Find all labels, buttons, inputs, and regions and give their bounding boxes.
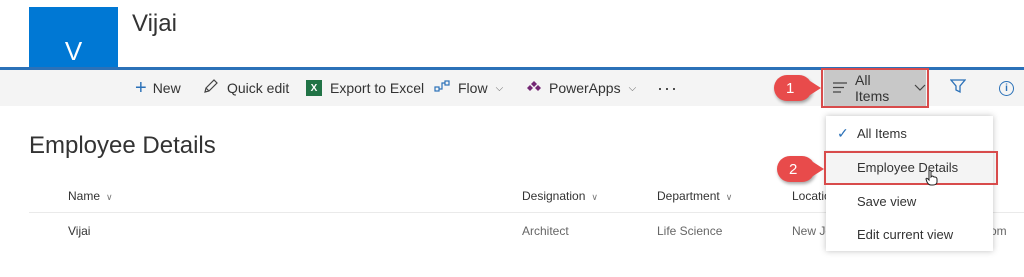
filter-button[interactable]	[949, 70, 967, 106]
column-header-designation[interactable]: Designation ∨	[522, 189, 598, 203]
annotation-step-1: 1	[774, 75, 821, 101]
filter-icon	[949, 78, 967, 99]
flow-label: Flow	[458, 80, 488, 96]
new-button-label: New	[152, 80, 181, 96]
chevron-down-icon: ∨	[725, 192, 733, 202]
chevron-down-icon: ∨	[106, 192, 113, 202]
column-header-label: Name	[68, 189, 101, 203]
chevron-down-icon: ⌵	[628, 82, 637, 94]
export-label: Export to Excel	[330, 80, 425, 96]
powerapps-label: PowerApps	[549, 80, 621, 96]
annotation-step-2: 2	[777, 156, 824, 182]
menu-item-label: Save view	[857, 193, 917, 209]
excel-icon: X	[306, 80, 322, 96]
menu-item-label: Edit current view	[857, 226, 954, 242]
sharepoint-list-page: V Vijai + New Quick edit X Export to Exc…	[0, 0, 1024, 277]
checkmark-icon: ✓	[837, 124, 849, 141]
cell-name[interactable]: Vijai	[68, 224, 90, 238]
menu-item-label: All Items	[857, 125, 907, 141]
info-icon: i	[999, 80, 1014, 96]
powerapps-icon	[527, 80, 541, 97]
chevron-down-icon: ∨	[591, 192, 598, 202]
list-title: Employee Details	[29, 132, 216, 159]
cell-designation: Architect	[522, 224, 569, 238]
column-header-label: Department	[657, 189, 720, 203]
column-header-label: Designation	[522, 189, 586, 203]
column-header-name[interactable]: Name ∨	[68, 189, 113, 203]
menu-item-all-items[interactable]: ✓ All Items	[826, 116, 993, 150]
column-header-department[interactable]: Department ∨	[657, 189, 732, 203]
site-title[interactable]: Vijai	[132, 10, 177, 38]
flow-button[interactable]: Flow ⌵	[434, 70, 503, 106]
export-to-excel-button[interactable]: X Export to Excel	[306, 70, 424, 106]
pencil-icon	[203, 78, 219, 98]
menu-item-save-view[interactable]: Save view	[826, 184, 993, 218]
cell-department: Life Science	[657, 224, 723, 238]
chevron-down-icon: ⌵	[495, 82, 504, 94]
quick-edit-button[interactable]: Quick edit	[203, 70, 289, 106]
annotation-highlight-view-selector	[821, 68, 929, 108]
plus-icon: +	[135, 76, 147, 99]
flow-icon	[434, 79, 450, 97]
menu-item-edit-current-view[interactable]: Edit current view	[826, 217, 993, 251]
powerapps-button[interactable]: PowerApps ⌵	[527, 70, 636, 106]
new-button[interactable]: + New	[135, 70, 181, 106]
info-button[interactable]: i	[999, 70, 1014, 106]
quick-edit-label: Quick edit	[227, 80, 290, 96]
site-logo-letter: V	[64, 36, 83, 66]
annotation-highlight-employee-details	[824, 151, 998, 185]
hand-cursor-icon	[925, 169, 938, 189]
more-options-button[interactable]: ···	[657, 70, 678, 106]
